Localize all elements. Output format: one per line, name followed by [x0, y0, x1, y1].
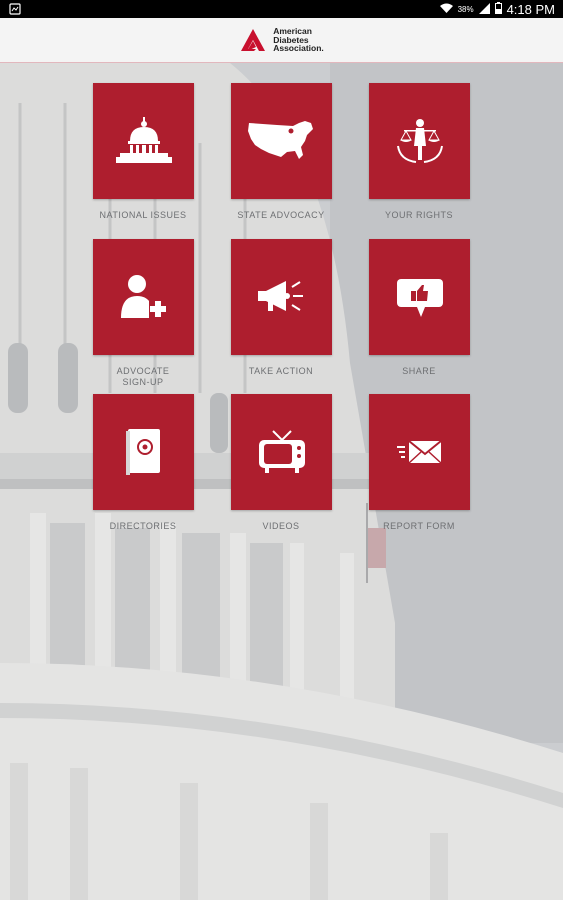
state-advocacy-button[interactable]: [231, 83, 332, 199]
logo-line-3: Association.: [273, 43, 324, 54]
videos-button[interactable]: [231, 394, 332, 510]
tv-icon: [258, 430, 305, 473]
add-person-icon: [120, 275, 167, 318]
usa-map-icon: [247, 121, 313, 159]
wifi-icon: [439, 3, 453, 17]
app-bar: American Diabetes Association.: [0, 18, 563, 63]
tile-label-directories: DIRECTORIES: [109, 521, 177, 531]
clock: 4:18 PM: [506, 2, 555, 17]
ada-logo[interactable]: American Diabetes Association.: [239, 27, 324, 53]
status-bar: 38% 4:18 PM: [0, 0, 563, 18]
signal-icon: [478, 2, 490, 17]
your-rights-button[interactable]: [369, 83, 470, 199]
battery-percent: 38%: [457, 5, 474, 14]
share-button[interactable]: [369, 239, 470, 355]
ada-triangle-icon: [241, 29, 266, 51]
tile-label-advocate-sign-up: ADVOCATE SIGN-UP: [116, 366, 170, 387]
tile-label-take-action: TAKE ACTION: [248, 366, 314, 376]
envelope-icon: [396, 440, 442, 464]
battery-icon: [494, 2, 502, 17]
megaphone-icon: [257, 281, 303, 311]
tile-label-share: SHARE: [402, 366, 436, 376]
tile-label-report-form: REPORT FORM: [383, 521, 455, 531]
tile-label-state-advocacy: STATE ADVOCACY: [237, 210, 325, 220]
thumbs-up-bubble-icon: [396, 279, 443, 317]
report-form-button[interactable]: [369, 394, 470, 510]
national-issues-button[interactable]: [93, 83, 194, 199]
tile-label-your-rights: YOUR RIGHTS: [384, 210, 453, 220]
notification-icon: [9, 3, 21, 18]
tile-label-videos: VIDEOS: [262, 521, 300, 531]
justice-icon: [396, 119, 443, 163]
advocate-sign-up-button[interactable]: [93, 239, 194, 355]
address-book-icon: [125, 429, 160, 475]
capitol-icon: [115, 117, 172, 163]
directories-button[interactable]: [93, 394, 194, 510]
take-action-button[interactable]: [231, 239, 332, 355]
tile-label-national-issues: NATIONAL ISSUES: [99, 210, 187, 220]
logo-text: American Diabetes Association.: [273, 27, 324, 53]
